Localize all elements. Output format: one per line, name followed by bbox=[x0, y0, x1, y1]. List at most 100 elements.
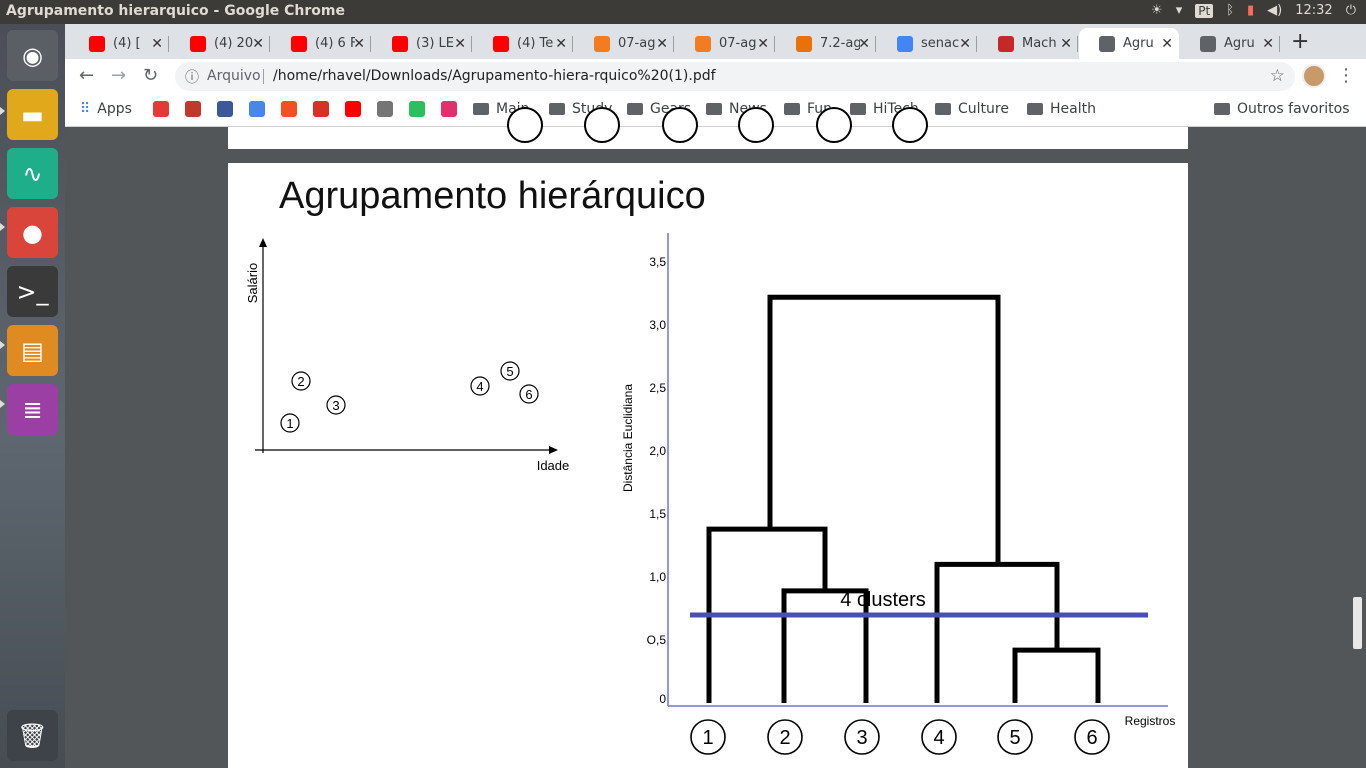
ubuntu-dash-icon[interactable]: ◉ bbox=[7, 30, 58, 81]
wifi-icon[interactable]: ▾ bbox=[1176, 3, 1183, 18]
bookmark-label: Apps bbox=[97, 101, 132, 117]
bookmark-folder[interactable]: Health bbox=[1027, 101, 1096, 117]
bookmark-icon[interactable] bbox=[441, 101, 457, 117]
tab-title: Agru bbox=[1123, 36, 1154, 51]
bookmark-apps[interactable]: ⠿ Apps bbox=[80, 101, 132, 117]
tab-close-icon[interactable]: ✕ bbox=[858, 36, 870, 52]
tab[interactable]: (4) 20 ✕ bbox=[170, 28, 270, 59]
apps-grid-icon: ⠿ bbox=[80, 101, 91, 117]
bookmark-icon[interactable] bbox=[185, 101, 201, 117]
tab-title: (4) [ bbox=[113, 36, 141, 51]
text-editor-icon[interactable]: ≣ bbox=[7, 384, 58, 435]
tab-close-icon[interactable]: ✕ bbox=[1161, 36, 1173, 52]
tab-close-icon[interactable]: ✕ bbox=[353, 36, 365, 52]
leaf-label: 5 bbox=[1009, 727, 1020, 749]
scatter-point-label: 3 bbox=[332, 398, 339, 413]
tab[interactable]: (4) Te ✕ bbox=[473, 28, 573, 59]
dendro-y-tick: 3,0 bbox=[649, 318, 666, 332]
site-favicon-icon bbox=[185, 101, 201, 117]
chrome-icon[interactable]: ● bbox=[7, 207, 58, 258]
site-favicon-icon bbox=[153, 101, 169, 117]
bookmark-other[interactable]: Outros favoritos bbox=[1214, 101, 1350, 117]
info-icon[interactable]: ⓘ bbox=[185, 67, 199, 87]
tab-title: (3) LE bbox=[416, 36, 455, 51]
tab[interactable]: (4) [ ✕ bbox=[69, 28, 169, 59]
address-bar[interactable]: ⓘ Arquivo /home/rhavel/Downloads/Agrupam… bbox=[175, 62, 1295, 91]
merge-root bbox=[767, 294, 1001, 565]
browser-chrome: (4) [✕ (4) 20 ✕ (4) 6 F ✕ (3) LE ✕ (4) Te ✕ 07-ag… bbox=[65, 24, 1366, 127]
tab[interactable]: (3) LE ✕ bbox=[372, 28, 472, 59]
battery-icon[interactable]: ▮ bbox=[1247, 3, 1254, 18]
pdf-page: Agrupamento hierárquico Salário Idade 1 2 3 4… bbox=[228, 163, 1188, 768]
tab-strip: (4) [✕ (4) 20 ✕ (4) 6 F ✕ (3) LE ✕ (4) Te ✕ 07-ag… bbox=[65, 24, 1366, 59]
bookmark-icon[interactable] bbox=[281, 101, 297, 117]
folder-icon bbox=[784, 103, 800, 115]
tab[interactable]: 07-ag ✕ bbox=[574, 28, 674, 59]
power-icon[interactable]: ⏻ bbox=[1346, 3, 1356, 18]
reload-icon[interactable]: ↻ bbox=[143, 65, 158, 86]
launcher: ◉ ▬ ∿ ● >_ ▤ ≣ 🗑 bbox=[0, 24, 65, 768]
bookmark-icon[interactable] bbox=[249, 101, 265, 117]
profile-avatar[interactable] bbox=[1302, 64, 1326, 88]
brightness-icon[interactable]: ☀ bbox=[1151, 3, 1163, 18]
tab-close-icon[interactable]: ✕ bbox=[454, 36, 466, 52]
leaf-label: 6 bbox=[1086, 727, 1097, 749]
dendro-y-tick: 2,5 bbox=[649, 381, 666, 395]
bookmark-icon[interactable] bbox=[409, 101, 425, 117]
tab[interactable]: Agru ✕ bbox=[1079, 28, 1179, 59]
tab-close-icon[interactable]: ✕ bbox=[151, 36, 163, 52]
dendro-x-label: Registros bbox=[1125, 714, 1176, 728]
folder-icon bbox=[473, 103, 489, 115]
bookmark-label: Health bbox=[1050, 101, 1096, 117]
tab-close-icon[interactable]: ✕ bbox=[1262, 36, 1274, 52]
new-tab-icon[interactable]: + bbox=[1291, 29, 1309, 54]
bluetooth-icon[interactable]: ᛒ bbox=[1226, 3, 1234, 18]
tab-separator bbox=[370, 36, 371, 52]
trash-icon[interactable]: 🗑 bbox=[7, 710, 58, 761]
chrome-menu-icon[interactable]: ⋮ bbox=[1337, 65, 1355, 86]
pdf-viewer[interactable]: Agrupamento hierárquico Salário Idade 1 2 3 4… bbox=[65, 107, 1366, 768]
bookmark-icon[interactable] bbox=[217, 101, 233, 117]
tab-separator bbox=[1279, 36, 1280, 52]
url-text[interactable]: /home/rhavel/Downloads/Agrupamento-hiera… bbox=[273, 68, 716, 84]
tab-close-icon[interactable]: ✕ bbox=[656, 36, 668, 52]
back-icon[interactable]: ← bbox=[79, 65, 94, 86]
tab-close-icon[interactable]: ✕ bbox=[1060, 36, 1072, 52]
files-icon[interactable]: ▬ bbox=[7, 89, 58, 140]
tab-separator bbox=[673, 36, 674, 52]
scrollbar[interactable] bbox=[1353, 597, 1362, 649]
tab[interactable]: senac ✕ bbox=[877, 28, 977, 59]
tab[interactable]: 7.2-ag ✕ bbox=[776, 28, 876, 59]
tab-close-icon[interactable]: ✕ bbox=[757, 36, 769, 52]
bookmark-icon[interactable] bbox=[313, 101, 329, 117]
tab-favicon-icon bbox=[89, 35, 105, 52]
tab-favicon-icon bbox=[796, 35, 812, 52]
bookmark-icon[interactable] bbox=[377, 101, 393, 117]
bookmark-star-icon[interactable]: ☆ bbox=[1270, 66, 1285, 86]
bookmark-icon[interactable] bbox=[153, 101, 169, 117]
dendrogram: 0 O,5 1,0 1,5 2,0 2,5 3,0 3,5 Distância Euclidia… bbox=[621, 233, 1176, 755]
dendro-y-label: Distância Euclidiana bbox=[621, 384, 635, 492]
tab[interactable]: (4) 6 F ✕ bbox=[271, 28, 371, 59]
scatter-point-label: 6 bbox=[525, 387, 532, 402]
tab-favicon-icon bbox=[998, 35, 1014, 52]
archive-manager-icon[interactable]: ▤ bbox=[7, 325, 58, 376]
tab[interactable]: Mach ✕ bbox=[978, 28, 1078, 59]
system-monitor-icon[interactable]: ∿ bbox=[7, 148, 58, 199]
tab[interactable]: 07-ag ✕ bbox=[675, 28, 775, 59]
tab-separator bbox=[168, 36, 169, 52]
clock[interactable]: 12:32 bbox=[1295, 3, 1332, 18]
tab[interactable]: Agru ✕ bbox=[1180, 28, 1280, 59]
bookmark-folder[interactable]: Culture bbox=[935, 101, 1009, 117]
tab-close-icon[interactable]: ✕ bbox=[252, 36, 264, 52]
leaf-label: 1 bbox=[702, 727, 713, 749]
tab-close-icon[interactable]: ✕ bbox=[959, 36, 971, 52]
terminal-icon[interactable]: >_ bbox=[7, 266, 58, 317]
volume-icon[interactable]: ◀) bbox=[1267, 3, 1282, 18]
tab-title: (4) 6 F bbox=[315, 36, 355, 51]
keyboard-layout-indicator[interactable]: Pt bbox=[1195, 3, 1214, 18]
forward-icon[interactable]: → bbox=[111, 65, 126, 86]
tab-separator bbox=[774, 36, 775, 52]
bookmark-icon[interactable] bbox=[345, 101, 361, 117]
tab-close-icon[interactable]: ✕ bbox=[555, 36, 567, 52]
